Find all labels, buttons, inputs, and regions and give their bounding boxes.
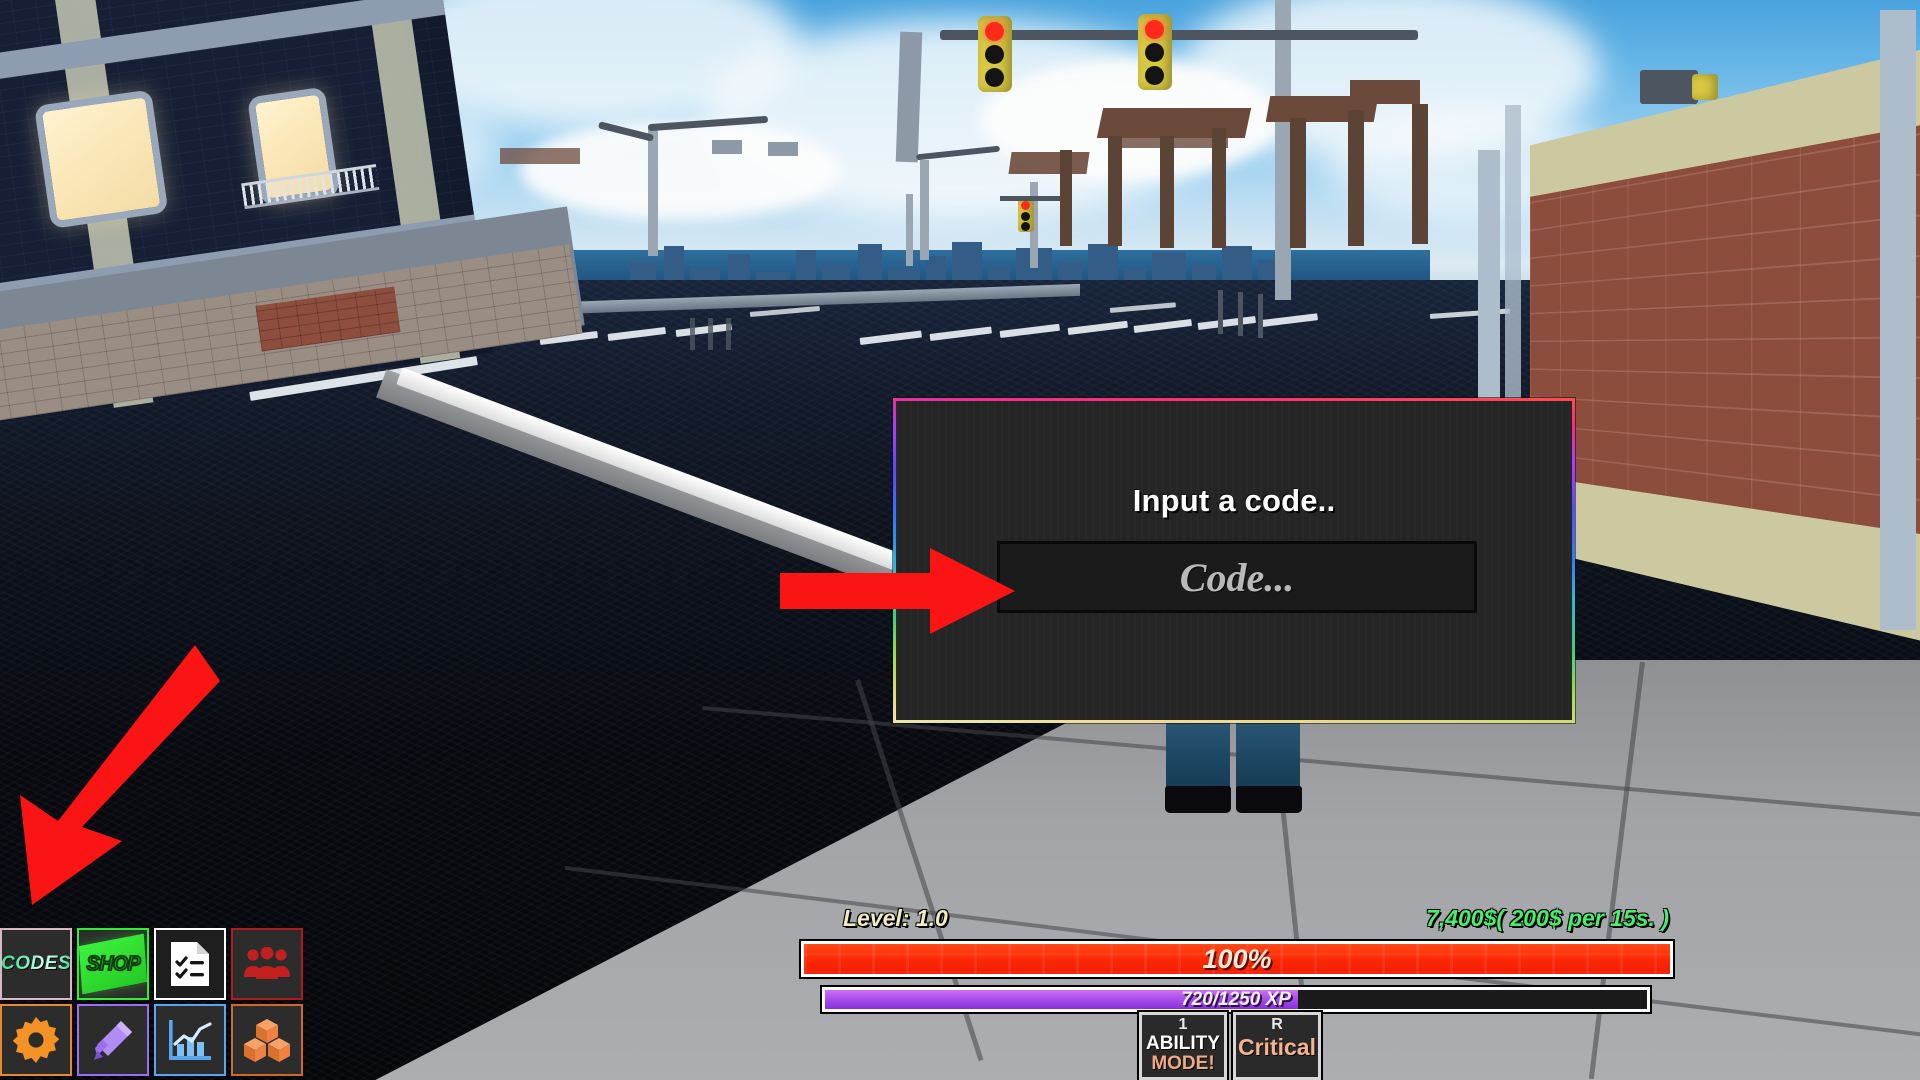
awning — [1350, 80, 1420, 104]
pencil-icon — [94, 1021, 132, 1060]
ability-slot-1-line2: MODE! — [1151, 1052, 1215, 1074]
shop-button[interactable]: SHOP — [77, 928, 149, 1000]
code-input-placeholder: Code... — [1179, 554, 1295, 600]
support-post — [1290, 118, 1306, 248]
people-group-icon — [244, 947, 290, 979]
railing-post — [1238, 292, 1243, 336]
awning — [1008, 152, 1090, 174]
traffic-light-red — [985, 22, 1004, 41]
rooftop-yellow-object — [1692, 74, 1718, 100]
xp-bar: 720/1250 XP — [822, 987, 1650, 1012]
hanging-sign — [895, 31, 923, 163]
traffic-signal-pole — [1275, 0, 1291, 300]
stats-button[interactable] — [154, 1004, 226, 1076]
rooftop-object — [1640, 70, 1698, 104]
shop-label: SHOP — [85, 951, 140, 976]
bar-chart-icon — [169, 1020, 212, 1060]
support-post — [1212, 128, 1226, 248]
codes-button[interactable]: CODES — [0, 928, 72, 1000]
building-window — [33, 89, 169, 229]
support-post — [1348, 110, 1364, 246]
health-bar-text: 100% — [1202, 943, 1272, 974]
traffic-light — [1138, 14, 1172, 90]
traffic-signal-arm — [1288, 30, 1418, 40]
hud-icon-menu: CODES SHOP — [0, 928, 305, 1080]
codes-label: CODES — [0, 953, 72, 974]
player-shoe-right — [1236, 786, 1302, 813]
xp-bar-text: 720/1250 XP — [1181, 988, 1291, 1010]
settings-button[interactable] — [0, 1004, 72, 1076]
ability-slot-2[interactable]: R Critical — [1233, 1012, 1321, 1080]
customize-button[interactable] — [77, 1004, 149, 1076]
player-leg-left — [1166, 718, 1230, 790]
street-sign — [712, 140, 742, 154]
player-shoe-left — [1165, 786, 1231, 813]
ability-slot-1-line1: ABILITY — [1146, 1032, 1220, 1054]
traffic-light-distant — [1018, 198, 1034, 232]
railing-post — [690, 318, 695, 350]
quests-button[interactable] — [154, 928, 226, 1000]
red-arrow-pointing-to-codes-button — [20, 645, 220, 905]
traffic-light-green — [1145, 66, 1164, 85]
code-input[interactable]: Code... — [997, 541, 1477, 613]
shop-tag-icon: SHOP — [79, 933, 147, 995]
railing-post — [726, 318, 731, 350]
group-button[interactable] — [231, 928, 303, 1000]
ability-slot-2-line1: Critical — [1238, 1033, 1316, 1060]
support-post — [1412, 104, 1428, 244]
street-lamp-pole — [906, 194, 913, 266]
crates-button[interactable] — [231, 1004, 303, 1076]
cloud — [520, 120, 840, 220]
traffic-light-amber — [1021, 212, 1030, 221]
player-character-legs — [1165, 718, 1304, 818]
street-lamp-pole — [648, 126, 658, 256]
traffic-light-green — [985, 68, 1004, 87]
code-dialog-title: Input a code.. — [1132, 483, 1336, 518]
wall-pillar — [1505, 105, 1521, 405]
street-lamp-pole — [920, 160, 929, 260]
crates-boxes-icon — [244, 1019, 290, 1062]
ability-slot-1[interactable]: 1 ABILITY MODE! — [1139, 1012, 1227, 1080]
money-label: 7,400$( 200$ per 15s. ) — [1426, 905, 1669, 931]
awning — [500, 148, 580, 164]
support-post — [1160, 136, 1174, 248]
railing-post — [1218, 290, 1223, 334]
level-label: Level: 1.0 — [843, 905, 948, 931]
traffic-light-amber — [1145, 43, 1164, 62]
support-post — [1060, 150, 1072, 246]
railing-post — [1258, 294, 1263, 338]
red-arrow-pointing-to-code-input — [780, 548, 1015, 634]
gear-icon — [13, 1017, 59, 1063]
traffic-light — [978, 16, 1012, 92]
traffic-light-red — [1021, 201, 1030, 210]
health-bar: 100% — [801, 941, 1673, 977]
right-brick-wall — [1530, 40, 1920, 660]
street-sign — [768, 142, 798, 156]
railing-post — [708, 318, 713, 350]
wall-pillar — [1880, 10, 1916, 630]
ability-slot-1-key: 1 — [1178, 1016, 1188, 1033]
ability-slot-bar: 1 ABILITY MODE! R Critical — [1139, 1012, 1325, 1080]
traffic-arm-distant — [1000, 196, 1060, 201]
game-screen: Input a code.. Code... CODES SHOP Level:… — [0, 0, 1920, 1080]
ability-slot-2-key: R — [1271, 1016, 1283, 1033]
player-leg-right — [1236, 718, 1300, 790]
traffic-light-red — [1145, 20, 1164, 39]
checklist-document-icon — [171, 942, 209, 986]
support-post — [1108, 136, 1122, 246]
traffic-light-amber — [985, 45, 1004, 64]
traffic-light-green — [1021, 222, 1030, 231]
